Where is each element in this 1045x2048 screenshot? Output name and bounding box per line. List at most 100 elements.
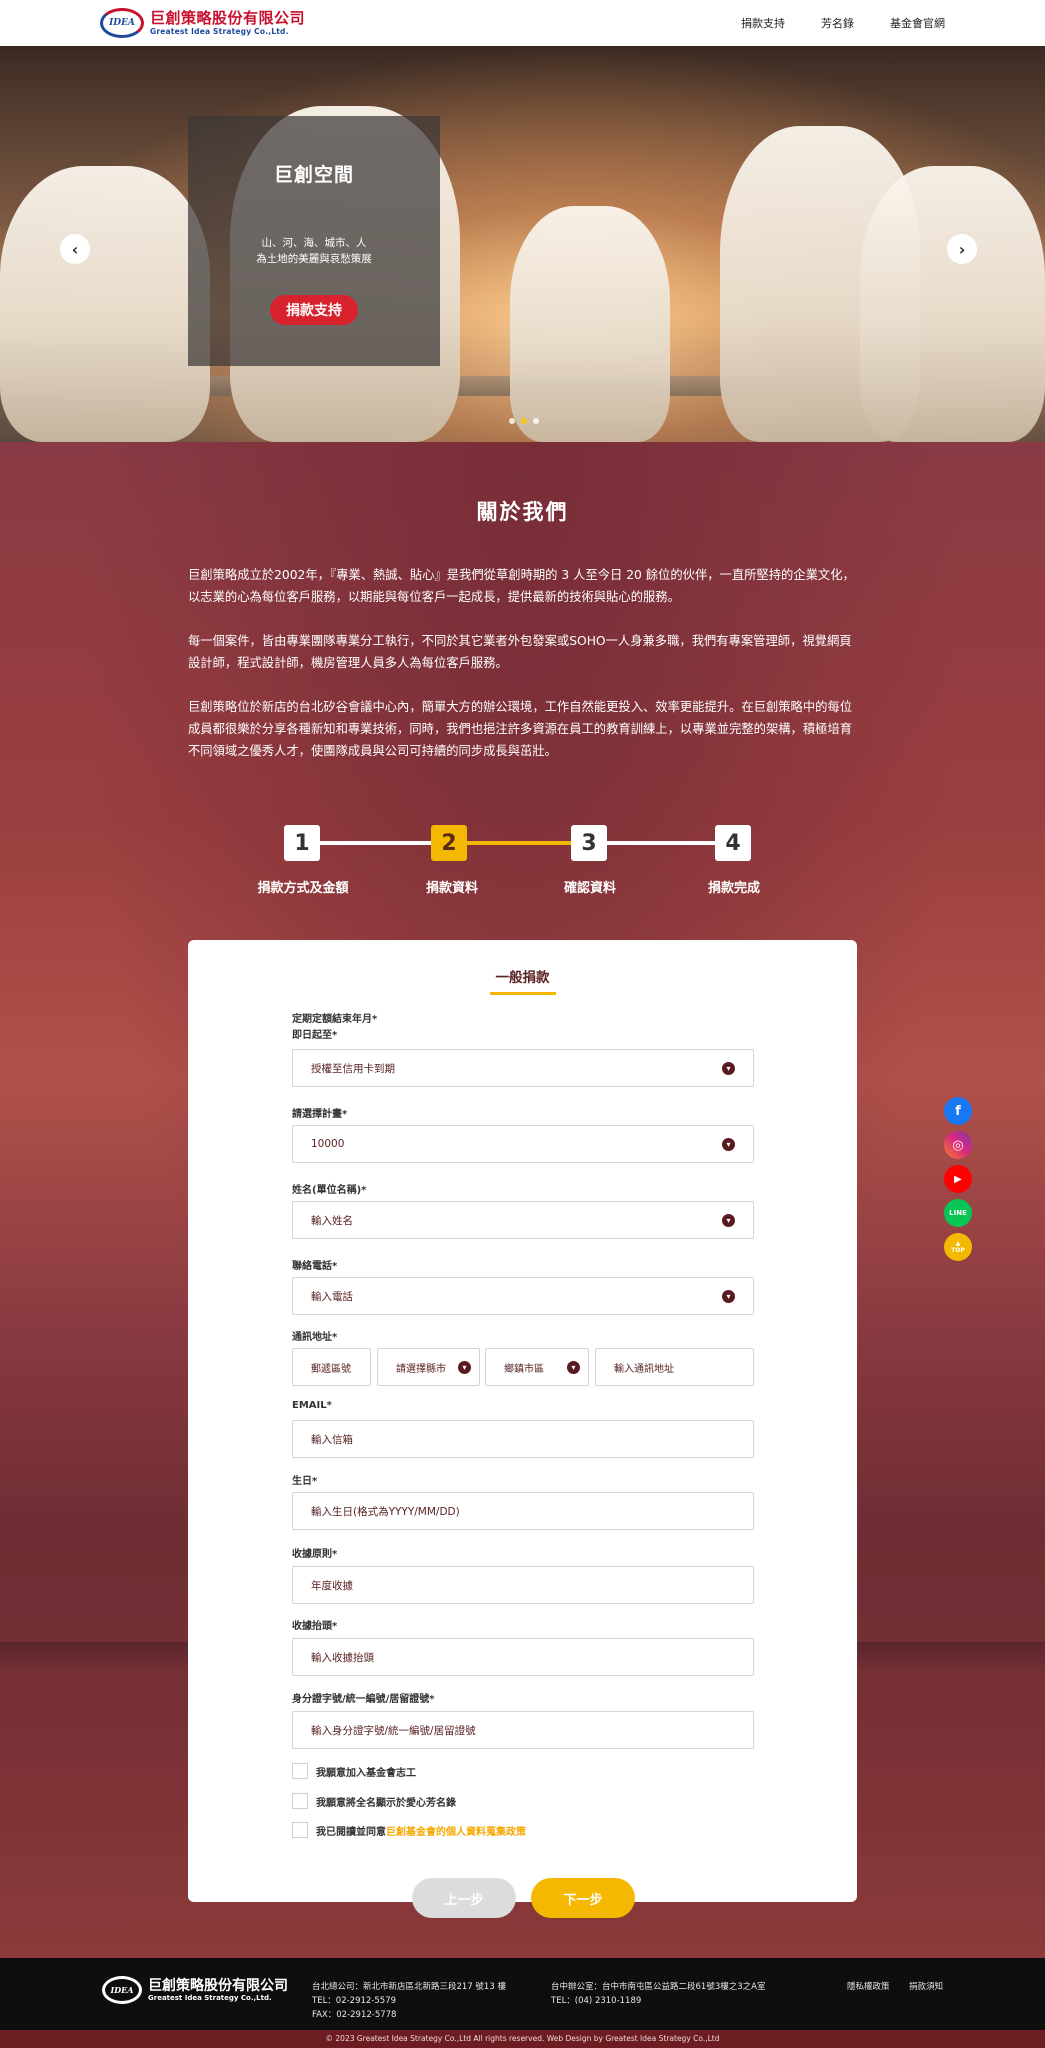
chevron-down-icon: ▾ [458,1361,471,1374]
id-number-field[interactable]: 輸入身分證字號/統一編號/居留證號 [292,1711,754,1749]
footer-logo-text: 巨創策略股份有限公司 Greatest Idea Strategy Co.,Lt… [148,1979,288,2002]
address-label: 通訊地址* [292,1332,338,1343]
slider-dot[interactable] [521,418,527,424]
slider-dot[interactable] [533,418,539,424]
about-paragraph: 每一個案件，皆由專業團隊專業分工執行，不同於其它業者外包發案或SOHO一人身兼多… [188,634,852,670]
email-label: EMAIL* [292,1400,332,1411]
birthday-field[interactable]: 輸入生日(格式為YYYY/MM/DD) [292,1492,754,1530]
period-select[interactable]: 授權至信用卡到期 ▾ [292,1049,754,1087]
show-name-checkbox-row[interactable]: 我願意將全名顯示於愛心芳名錄 [292,1793,456,1809]
footer-taipei-info: 台北總公司：新北市新店區北新路三段217 號13 樓 TEL：02-2912-5… [312,1980,506,2022]
nav-foundation-site[interactable]: 基金會官網 [890,15,945,31]
step-3-number: 3 [571,825,607,861]
chevron-down-icon: ▾ [722,1062,735,1075]
slider-dots [509,418,539,424]
step-2-label: 捐款資料 [425,881,478,896]
prev-step-button[interactable]: 上一步 [412,1878,516,1918]
email-field[interactable]: 輸入信箱 [292,1420,754,1458]
hero-subtitle-line: 山、河、海、城市、人 [261,237,367,249]
volunteer-checkbox[interactable] [292,1763,308,1779]
site-footer: IDEA 巨創策略股份有限公司 Greatest Idea Strategy C… [0,1958,1045,2030]
phone-label: 聯絡電話* [292,1261,338,1272]
hero-dancer-figure [0,166,210,442]
hero-donate-button[interactable]: 捐款支持 [270,295,358,325]
name-field[interactable]: 輸入姓名 ▾ [292,1201,754,1239]
hero-dancer-figure [860,166,1045,442]
address-row: 郵遞區號 請選擇縣市 ▾ 鄉鎮市區 ▾ 輸入通訊地址 [292,1348,754,1386]
privacy-checkbox[interactable] [292,1822,308,1838]
footer-privacy-link[interactable]: 隱私權政策 [847,1980,890,1992]
nav-donate[interactable]: 捐款支持 [741,15,785,31]
form-title: 一般捐款 [495,970,550,986]
site-logo[interactable]: IDEA 巨創策略股份有限公司 Greatest Idea Strategy C… [100,7,305,39]
birthday-placeholder: 輸入生日(格式為YYYY/MM/DD) [311,1505,460,1518]
site-header: IDEA 巨創策略股份有限公司 Greatest Idea Strategy C… [0,0,1045,46]
youtube-icon[interactable]: ▶ [944,1165,972,1193]
zip-placeholder: 郵遞區號 [311,1363,351,1375]
footer-company-name-en: Greatest Idea Strategy Co.,Ltd. [148,1993,272,2002]
hero-title: 巨創空間 [273,164,354,186]
about-paragraph: 巨創策略成立於2002年，『專業、熱誠、貼心』是我們從草創時期的 3 人至今日 … [188,568,855,604]
county-select-value: 請選擇縣市 [396,1363,446,1375]
volunteer-checkbox-label: 我願意加入基金會志工 [316,1767,416,1779]
receipt-title-field[interactable]: 輸入收據抬頭 [292,1638,754,1676]
footer-logo-badge: IDEA [102,1976,142,2004]
slider-dot[interactable] [509,418,515,424]
slider-prev-icon[interactable]: ‹ [60,234,90,264]
period-start-label: 即日起至* [292,1030,338,1041]
district-select-value: 鄉鎮市區 [504,1363,544,1375]
period-select-value: 授權至信用卡到期 [311,1062,395,1075]
logo-company-name: 巨創策略股份有限公司 [150,8,306,27]
district-select[interactable]: 鄉鎮市區 ▾ [485,1348,589,1386]
volunteer-checkbox-row[interactable]: 我願意加入基金會志工 [292,1763,416,1779]
id-number-placeholder: 輸入身分證字號/統一編號/居留證號 [311,1724,476,1737]
form-title-underline [490,992,556,995]
chevron-down-icon: ▾ [567,1361,580,1374]
zip-field[interactable]: 郵遞區號 [292,1348,371,1386]
privacy-checkbox-row[interactable]: 我已閱讀並同意 巨創基金會的個人資料蒐集政策 [292,1822,526,1838]
facebook-icon[interactable]: f [944,1097,972,1125]
slider-next-icon[interactable]: › [947,234,977,264]
receipt-rule-label: 收據原則* [292,1549,338,1560]
step-connector [606,841,716,845]
footer-taipei-address: 台北總公司：新北市新店區北新路三段217 號13 樓 [312,1982,506,1992]
footer-notice-link[interactable]: 捐款須知 [909,1980,943,1992]
phone-placeholder: 輸入電話 [311,1290,353,1303]
hero-caption-card: 巨創空間 山、河、海、城市、人 為土地的美麗與哀愁策展 捐款支持 [188,116,440,366]
show-name-checkbox[interactable] [292,1793,308,1809]
county-select[interactable]: 請選擇縣市 ▾ [377,1348,480,1386]
arrow-up-icon: ▲ [955,1240,961,1247]
receipt-rule-field[interactable]: 年度收據 [292,1566,754,1604]
step-connector [320,841,432,845]
receipt-rule-value: 年度收據 [311,1579,353,1592]
logo-badge: IDEA [100,8,144,38]
step-4-label: 捐款完成 [707,881,760,896]
nav-donor-list[interactable]: 芳名錄 [821,15,854,31]
plan-select-value: 10000 [311,1138,345,1150]
chevron-down-icon: ▾ [722,1290,735,1303]
name-placeholder: 輸入姓名 [311,1214,353,1227]
footer-taipei-fax: FAX：02-2912-5778 [312,2010,397,2020]
next-step-button[interactable]: 下一步 [531,1878,635,1918]
privacy-policy-link[interactable]: 巨創基金會的個人資料蒐集政策 [386,1823,526,1838]
back-to-top-button[interactable]: ▲ TOP [944,1233,972,1261]
footer-taipei-tel: TEL：02-2912-5579 [312,1996,397,2006]
main-nav: 捐款支持 芳名錄 基金會官網 [741,0,945,46]
back-to-top-label: TOP [951,1247,965,1254]
plan-select[interactable]: 10000 ▾ [292,1125,754,1163]
phone-field[interactable]: 輸入電話 ▾ [292,1277,754,1315]
plan-label: 請選擇計畫* [292,1109,348,1120]
line-icon[interactable]: LINE [944,1199,972,1227]
step-4-number: 4 [715,825,751,861]
footer-logo[interactable]: IDEA 巨創策略股份有限公司 Greatest Idea Strategy C… [102,1976,288,2004]
name-label: 姓名(單位名稱)* [292,1185,367,1196]
address-field[interactable]: 輸入通訊地址 [595,1348,754,1386]
step-connector-active [466,841,572,845]
logo-company-name-en: Greatest Idea Strategy Co.,Ltd. [150,26,289,36]
step-1-label: 捐款方式及金額 [257,881,349,896]
footer-taichung-tel: TEL：(04) 2310-1189 [551,1996,642,2006]
chevron-down-icon: ▾ [722,1214,735,1227]
step-2-number: 2 [431,825,467,861]
period-label: 定期定額結束年月* [292,1014,378,1025]
instagram-icon[interactable]: ◎ [944,1131,972,1159]
